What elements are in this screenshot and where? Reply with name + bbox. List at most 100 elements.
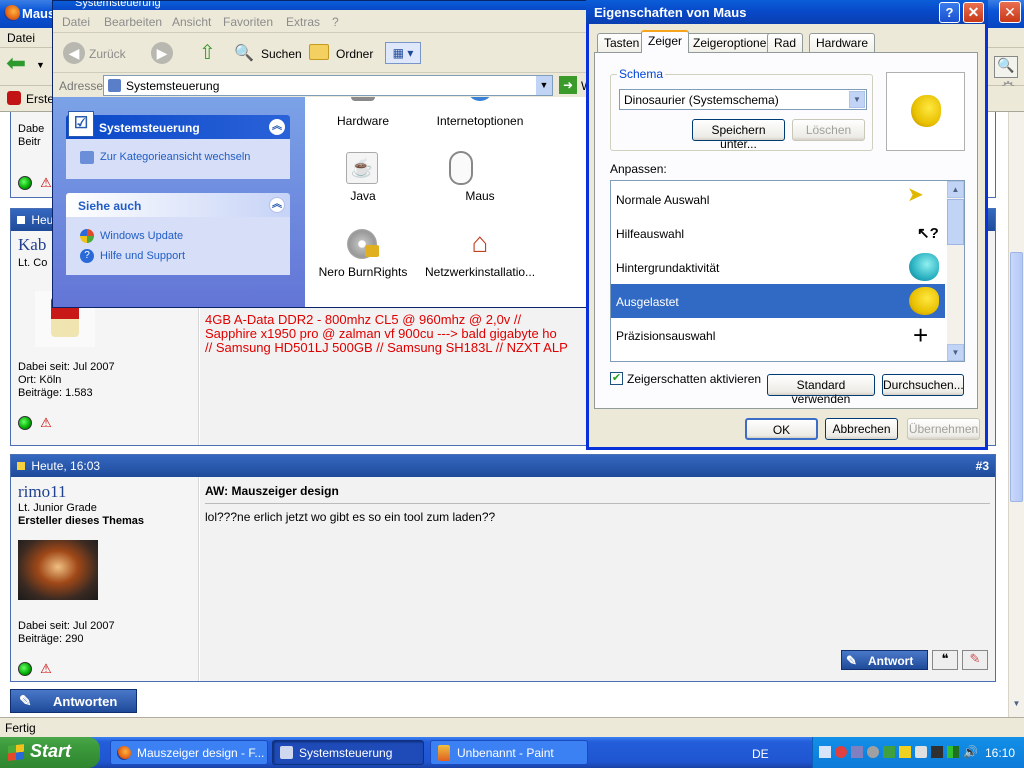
search-icon[interactable]: 🔍 bbox=[234, 43, 254, 63]
icon-hardware[interactable]: Hardware bbox=[305, 97, 421, 128]
icon-internetoptionen[interactable]: Internetoptionen bbox=[425, 97, 535, 128]
list-item-label: Hintergrundaktivität bbox=[616, 261, 720, 275]
tab-zeigeroptionen[interactable]: Zeigeroptionen bbox=[686, 33, 781, 52]
delete-button[interactable]: Löschen bbox=[792, 119, 865, 141]
help-button[interactable]: ? bbox=[939, 2, 960, 23]
tray-app-icon[interactable] bbox=[867, 746, 879, 758]
chevron-down-icon[interactable]: ▼ bbox=[849, 91, 865, 108]
cp-menu-favoriten[interactable]: Favoriten bbox=[223, 15, 273, 29]
icon-java[interactable]: ☕ Java bbox=[305, 149, 421, 205]
task-systemsteuerung[interactable]: Systemsteuerung bbox=[272, 740, 424, 765]
panel-header[interactable]: Siehe auch ︽ bbox=[66, 193, 290, 217]
tab-hardware[interactable]: Hardware bbox=[809, 33, 876, 52]
cp-menu-extras[interactable]: Extras bbox=[286, 15, 320, 29]
list-item[interactable]: Hilfeauswahl ↖? bbox=[611, 216, 945, 250]
scroll-down-arrow[interactable]: ▼ bbox=[1010, 699, 1023, 715]
tray-app-icon[interactable] bbox=[931, 746, 943, 758]
task-firefox[interactable]: Mauszeiger design - F... bbox=[110, 740, 268, 765]
back-label[interactable]: Zurück bbox=[89, 47, 126, 61]
chevron-down-icon[interactable]: ▼ bbox=[36, 60, 45, 70]
shadow-checkbox[interactable]: ✔ bbox=[610, 372, 623, 385]
help-link[interactable]: Hilfe und Support bbox=[100, 250, 185, 262]
list-scrollbar[interactable]: ▲ ▼ bbox=[947, 181, 964, 361]
forward-arrow-icon[interactable]: ▶ bbox=[151, 42, 173, 64]
folder-label[interactable]: Ordner bbox=[336, 47, 373, 61]
language-indicator[interactable]: DE bbox=[752, 747, 769, 761]
icon-netzwerk[interactable]: ⌂ Netzwerkinstallatio... bbox=[425, 225, 535, 281]
category-view-link[interactable]: Zur Kategorieansicht wechseln bbox=[100, 151, 250, 163]
windows-logo-icon bbox=[8, 744, 24, 761]
tray-app-icon[interactable] bbox=[883, 746, 895, 758]
page-scrollbar[interactable]: ▼ bbox=[1008, 112, 1024, 717]
collapse-icon[interactable]: ︽ bbox=[269, 119, 285, 135]
tray-network-icon[interactable] bbox=[819, 746, 831, 758]
list-item[interactable]: Hintergrundaktivität bbox=[611, 250, 945, 284]
back-arrow-icon[interactable]: ◀ bbox=[63, 42, 85, 64]
ff-close-button[interactable]: ✕ bbox=[999, 1, 1021, 23]
scroll-thumb[interactable] bbox=[1010, 252, 1023, 502]
tray-app-icon[interactable] bbox=[915, 746, 927, 758]
edit-button[interactable]: ✎ bbox=[962, 650, 988, 670]
tray-volume-icon[interactable]: 🔊 bbox=[963, 745, 978, 759]
search-label[interactable]: Suchen bbox=[261, 47, 302, 61]
menu-datei[interactable]: Datei bbox=[7, 31, 35, 45]
save-as-button[interactable]: Speichern unter... bbox=[692, 119, 785, 151]
default-button[interactable]: Standard verwenden bbox=[767, 374, 875, 406]
cp-menu-help[interactable]: ? bbox=[332, 15, 339, 29]
icon-maus[interactable]: Maus bbox=[425, 149, 535, 205]
post-2-username[interactable]: Kab bbox=[18, 235, 46, 255]
globe-icon bbox=[467, 97, 493, 101]
scroll-thumb[interactable] bbox=[947, 199, 964, 245]
tab-zeiger[interactable]: Zeiger bbox=[641, 30, 690, 53]
report-warning-icon[interactable]: ⚠ bbox=[38, 416, 54, 430]
panel-systemsteuerung: ☑ Systemsteuerung ︽ Zur Kategorieansicht… bbox=[66, 111, 290, 179]
close-button[interactable]: ✕ bbox=[963, 2, 984, 23]
cancel-button[interactable]: Abbrechen bbox=[825, 418, 898, 440]
search-button[interactable]: 🔍 bbox=[994, 56, 1018, 78]
post-3-number[interactable]: #3 bbox=[976, 459, 989, 473]
tab-rad[interactable]: Rad bbox=[767, 33, 804, 52]
tray-app-icon[interactable] bbox=[851, 746, 863, 758]
list-item-selected[interactable]: Ausgelastet bbox=[611, 284, 945, 318]
cp-menu-datei[interactable]: Datei bbox=[62, 15, 90, 29]
start-button[interactable]: Start bbox=[0, 737, 100, 768]
cp-menu-bearbeiten[interactable]: Bearbeiten bbox=[104, 15, 162, 29]
up-folder-icon[interactable]: ⇧ bbox=[199, 42, 221, 64]
icon-nero[interactable]: Nero BurnRights bbox=[305, 225, 421, 281]
scheme-select[interactable]: Dinosaurier (Systemschema) ▼ bbox=[619, 89, 867, 110]
reply-label: Antwort bbox=[868, 654, 914, 668]
antworten-button[interactable]: ✎ Antworten bbox=[10, 689, 137, 713]
go-arrow-icon[interactable]: ➜ bbox=[559, 76, 577, 94]
collapse-icon[interactable]: ︽ bbox=[269, 197, 285, 213]
dialog-titlebar[interactable]: Eigenschaften von Maus ? ✕ bbox=[586, 0, 988, 24]
apply-button[interactable]: Übernehmen bbox=[907, 418, 980, 440]
bookmark-erste[interactable]: Erste bbox=[26, 92, 54, 106]
tray-app-icon[interactable] bbox=[835, 746, 847, 758]
cp-menu-ansicht[interactable]: Ansicht bbox=[172, 15, 211, 29]
address-input[interactable]: Systemsteuerung ▼ bbox=[103, 75, 553, 96]
paint-icon bbox=[438, 745, 450, 761]
panel-header[interactable]: ☑ Systemsteuerung ︽ bbox=[66, 111, 290, 139]
tab-tasten[interactable]: Tasten bbox=[597, 33, 647, 52]
list-item[interactable]: Normale Auswahl ➤ bbox=[611, 182, 945, 216]
folder-icon[interactable] bbox=[309, 44, 329, 60]
cursor-list[interactable]: Normale Auswahl ➤ Hilfeauswahl ↖? Hinter… bbox=[610, 180, 965, 362]
tray-app-icon[interactable] bbox=[899, 746, 911, 758]
quote-button[interactable]: ❝ bbox=[932, 650, 958, 670]
browse-button[interactable]: Durchsuchen... bbox=[882, 374, 964, 396]
windows-update-link[interactable]: Windows Update bbox=[100, 230, 183, 242]
ok-button[interactable]: OK bbox=[745, 418, 818, 440]
shadow-label[interactable]: Zeigerschatten aktivieren bbox=[627, 372, 761, 386]
back-arrow-icon[interactable]: ⬅ bbox=[6, 52, 32, 76]
chevron-down-icon[interactable]: ▼ bbox=[536, 76, 552, 95]
scroll-down-arrow[interactable]: ▼ bbox=[947, 344, 964, 361]
views-icon[interactable]: ▦ ▾ bbox=[385, 42, 421, 64]
report-warning-icon[interactable]: ⚠ bbox=[38, 662, 54, 676]
post-3-username[interactable]: rimo11 bbox=[18, 482, 66, 502]
tray-signal-icon[interactable] bbox=[947, 746, 959, 758]
clock[interactable]: 16:10 bbox=[985, 746, 1015, 760]
list-item[interactable]: Präzisionsauswahl + bbox=[611, 318, 945, 352]
task-paint[interactable]: Unbenannt - Paint bbox=[430, 740, 588, 765]
scroll-up-arrow[interactable]: ▲ bbox=[947, 181, 964, 198]
reply-button[interactable]: ✎ Antwort bbox=[841, 650, 928, 670]
